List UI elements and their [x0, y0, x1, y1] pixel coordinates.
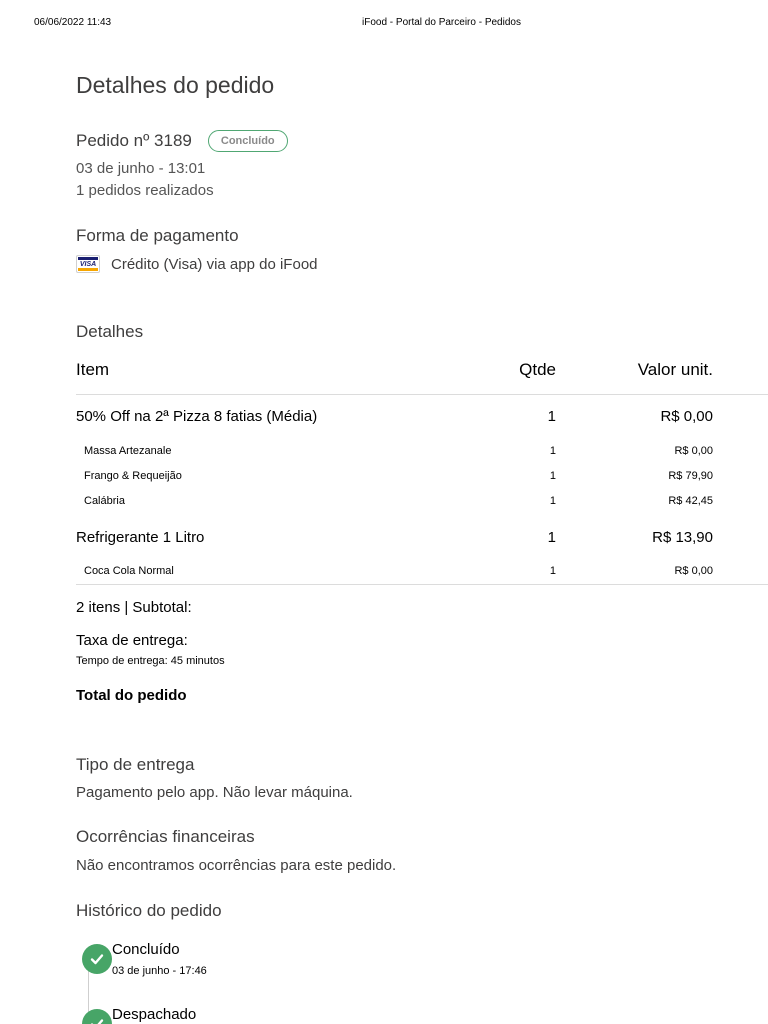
print-header: 06/06/2022 11:43 iFood - Portal do Parce… [0, 17, 768, 31]
table-subrow: Frango & Requeijão 1 R$ 79,90 [76, 470, 768, 484]
table-subrow: Massa Artezanale 1 R$ 0,00 [76, 445, 768, 459]
payment-section-title: Forma de pagamento [76, 226, 239, 245]
item-qty: 1 [547, 529, 556, 546]
subitem-price: R$ 0,00 [674, 445, 713, 457]
subitem-name: Massa Artezanale [84, 445, 172, 457]
check-icon [82, 944, 112, 974]
order-count: 1 pedidos realizados [76, 182, 214, 199]
subitem-price: R$ 0,00 [674, 565, 713, 577]
subtotal-label: 2 itens | Subtotal: [76, 599, 192, 616]
subitem-name: Frango & Requeijão [84, 470, 182, 482]
payment-method-text: Crédito (Visa) via app do iFood [111, 255, 318, 273]
delivery-fee-label: Taxa de entrega: [76, 632, 188, 649]
order-total-label: Total do pedido [76, 687, 187, 704]
table-divider [76, 584, 768, 585]
order-number: Pedido nº 3189 [76, 131, 192, 150]
history-title: Histórico do pedido [76, 901, 222, 920]
delivery-time: Tempo de entrega: 45 minutos [76, 655, 225, 667]
column-header-price: Valor unit. [637, 360, 713, 379]
table-divider [76, 394, 768, 395]
table-subrow: Calábria 1 R$ 42,45 [76, 495, 768, 509]
subitem-name: Coca Cola Normal [84, 565, 174, 577]
status-badge: Concluído [207, 130, 288, 152]
print-datetime: 06/06/2022 11:43 [34, 17, 112, 28]
payment-method: VISA Crédito (Visa) via app do iFood [76, 255, 318, 273]
subitem-name: Calábria [84, 495, 125, 507]
table-subrow: Coca Cola Normal 1 R$ 0,00 [76, 565, 768, 579]
subitem-qty: 1 [549, 445, 556, 457]
item-qty: 1 [547, 408, 556, 425]
item-name: 50% Off na 2ª Pizza 8 fatias (Média) [76, 408, 318, 425]
financial-title: Ocorrências financeiras [76, 827, 255, 846]
column-header-item: Item [76, 360, 110, 379]
item-name: Refrigerante 1 Litro [76, 529, 205, 546]
table-row: Refrigerante 1 Litro 1 R$ 13,90 [76, 529, 768, 549]
subitem-price: R$ 79,90 [668, 470, 713, 482]
print-page-title: iFood - Portal do Parceiro - Pedidos [362, 17, 521, 28]
subitem-qty: 1 [549, 470, 556, 482]
column-header-qty: Qtde [519, 360, 556, 379]
item-price: R$ 0,00 [660, 408, 713, 425]
history-event-label: Concluído [112, 941, 180, 958]
financial-text: Não encontramos ocorrências para este pe… [76, 857, 397, 874]
history-event-label: Despachado [112, 1006, 197, 1023]
item-price: R$ 13,90 [652, 529, 713, 546]
visa-card-icon: VISA [76, 255, 100, 273]
subitem-price: R$ 42,45 [668, 495, 713, 507]
table-row: 50% Off na 2ª Pizza 8 fatias (Média) 1 R… [76, 408, 768, 428]
order-heading: Pedido nº 3189 Concluído [76, 130, 288, 152]
delivery-type-text: Pagamento pelo app. Não levar máquina. [76, 784, 353, 801]
delivery-type-title: Tipo de entrega [76, 755, 195, 774]
details-section-title: Detalhes [76, 322, 144, 341]
subitem-qty: 1 [549, 495, 556, 507]
history-event-time: 03 de junho - 17:46 [112, 965, 207, 977]
items-table-header: Item Qtde Valor unit. [76, 360, 768, 384]
page-title: Detalhes do pedido [76, 72, 275, 98]
order-date: 03 de junho - 13:01 [76, 160, 206, 177]
check-icon [82, 1009, 112, 1024]
subitem-qty: 1 [549, 565, 556, 577]
